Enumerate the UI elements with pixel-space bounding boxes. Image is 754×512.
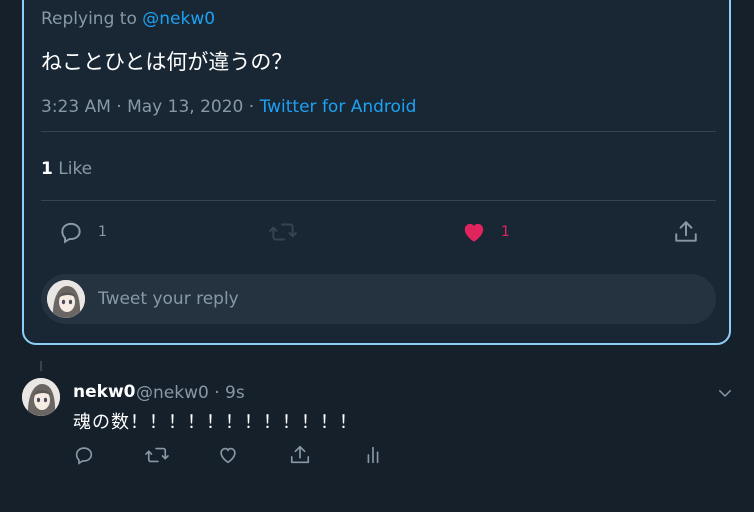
analytics-icon [362,446,384,470]
replying-prefix: Replying to [41,9,137,29]
retweet-icon [144,447,170,470]
reply-author-name[interactable]: nekw0 [73,382,135,402]
like-button[interactable] [217,444,239,470]
share-button[interactable] [673,219,699,245]
replying-to: Replying to @nekw0 [41,9,215,29]
reply-button[interactable]: 1 [58,219,107,245]
reply-count: 1 [98,224,107,240]
heart-icon [461,219,487,245]
retweet-icon [268,219,298,245]
share-button[interactable] [289,444,311,470]
heart-icon [217,447,239,470]
tweet-menu-button[interactable] [716,384,734,406]
tweet-client-link[interactable]: Twitter for Android [260,97,417,117]
retweet-button[interactable] [268,219,298,245]
likes-label: Like [52,159,93,179]
reply-composer[interactable]: Tweet your reply [41,274,716,324]
avatar[interactable] [22,378,60,416]
replying-handle-link[interactable]: @nekw0 [142,9,215,29]
divider [41,131,716,132]
reply-input-placeholder[interactable]: Tweet your reply [98,289,239,309]
reply-icon [73,447,95,470]
reply-author-handle-time[interactable]: @nekw0 · 9s [136,383,245,403]
like-button[interactable]: 1 [461,219,510,245]
reply-button[interactable] [73,444,95,470]
reply-icon [58,219,84,245]
reply-tweet-text: 魂の数！！！！！！！！！！！！ [73,412,358,433]
tweet-text: ねことひとは何が違うの？ [41,50,293,74]
like-count: 1 [501,224,510,240]
chevron-down-icon [716,387,734,406]
likes-summary[interactable]: 1 Like [41,159,92,179]
thread-connector [40,361,42,371]
tweet-meta: 3:23 AM · May 13, 2020 · Twitter for And… [41,97,416,117]
share-icon [289,445,311,470]
analytics-button[interactable] [362,444,384,470]
share-icon [673,219,699,245]
retweet-button[interactable] [144,444,170,470]
avatar [47,280,85,318]
divider [41,200,716,201]
tweet-timestamp[interactable]: 3:23 AM · May 13, 2020 · [41,97,260,117]
likes-count: 1 [41,159,53,179]
